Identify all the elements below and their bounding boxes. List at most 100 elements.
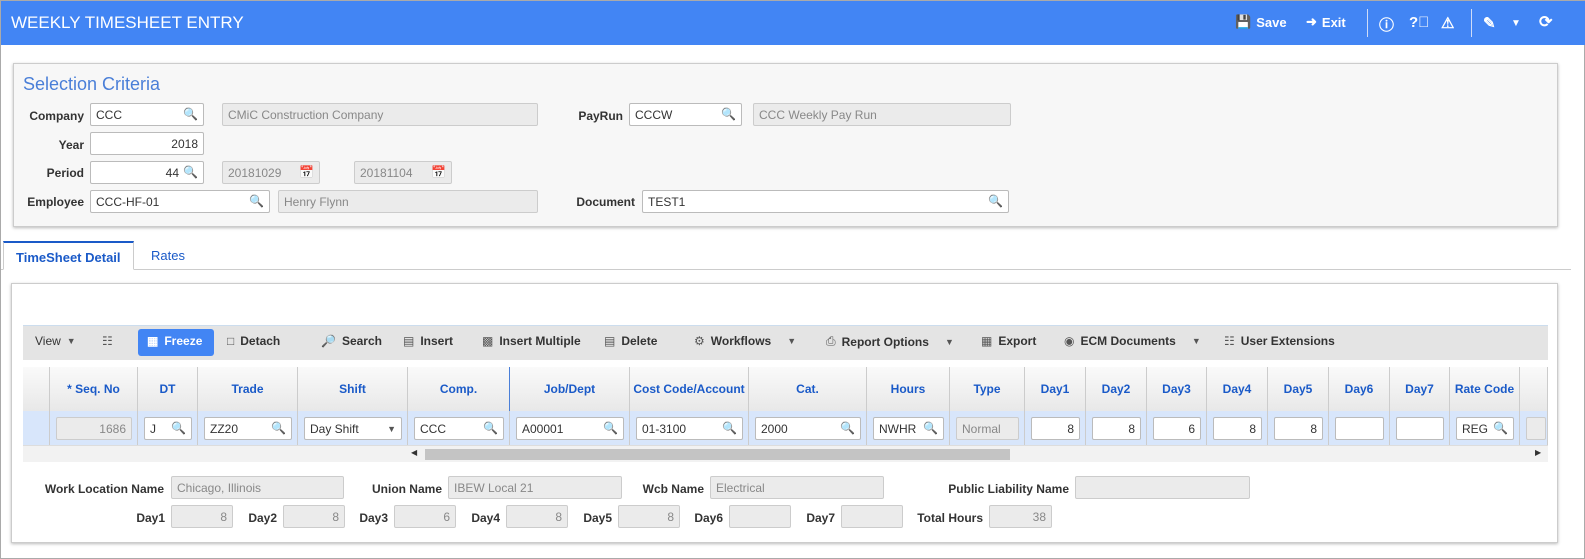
cell-input-cost-code-account[interactable]: 01-3100 🔍 <box>636 417 743 440</box>
cell-input-day4[interactable]: 8 <box>1213 417 1262 440</box>
cell-input-day6[interactable] <box>1335 417 1384 440</box>
insert-multiple-button[interactable]: ▩ Insert Multiple <box>482 334 581 348</box>
edit-icon[interactable]: ✎ <box>1483 14 1496 32</box>
detach-icon: □ <box>227 334 235 348</box>
column-header[interactable]: Day5 <box>1268 367 1329 411</box>
column-header[interactable]: DT <box>138 367 198 411</box>
day-total-label: Day1 <box>136 511 165 525</box>
search-icon[interactable]: 🔍 <box>1493 421 1508 435</box>
calendar-icon: 📅 <box>299 165 314 179</box>
chevron-down-icon[interactable]: ▼ <box>387 424 396 434</box>
column-header[interactable]: Day3 <box>1147 367 1207 411</box>
horizontal-scrollbar[interactable]: ◀ ▶ <box>23 445 1548 462</box>
day-total-label: Day2 <box>248 511 277 525</box>
workflows-button[interactable]: ⚙ Workflows ▼ <box>694 334 796 348</box>
column-header[interactable]: Shift <box>298 367 408 411</box>
cell-input-hours[interactable]: NWHR 🔍 <box>873 417 944 440</box>
search-icon[interactable]: 🔍 <box>840 421 855 435</box>
hierarchy-icon: ☷ <box>1224 334 1235 348</box>
view-menu[interactable]: View ▼ <box>35 334 76 348</box>
wcb-label: Wcb Name <box>642 482 704 496</box>
cell-input-dt[interactable]: J 🔍 <box>144 417 192 440</box>
company-input[interactable]: CCC 🔍 <box>90 103 204 126</box>
delete-icon: ▤ <box>604 334 616 348</box>
column-header[interactable]: Comp. <box>408 367 510 411</box>
ecm-documents-button[interactable]: ◉ ECM Documents ▼ <box>1064 334 1201 348</box>
payrun-name-field: CCC Weekly Pay Run <box>753 103 1011 126</box>
cell-input-day7[interactable] <box>1396 417 1444 440</box>
calendar-icon: 📅 <box>431 165 446 179</box>
detach-button[interactable]: □ Detach <box>227 334 280 348</box>
column-header[interactable]: Day6 <box>1329 367 1390 411</box>
cell-input-day1[interactable]: 8 <box>1031 417 1080 440</box>
divider <box>1471 9 1472 37</box>
save-button[interactable]: 💾 Save <box>1235 14 1287 30</box>
column-header <box>23 367 50 411</box>
work-location-field: Chicago, Illinois <box>171 476 344 499</box>
column-header[interactable]: Day1 <box>1025 367 1086 411</box>
year-label: Year <box>58 138 84 152</box>
column-header[interactable]: * Seq. No <box>50 367 138 411</box>
period-label: Period <box>46 166 84 180</box>
cell-input-day3[interactable]: 6 <box>1153 417 1201 440</box>
search-button[interactable]: 🔎 Search <box>321 334 382 348</box>
insert-multiple-icon: ▩ <box>482 334 494 348</box>
tab-divider <box>1 269 1571 270</box>
export-button[interactable]: ▦ Export <box>981 334 1036 348</box>
day-total-label: Day3 <box>359 511 388 525</box>
column-header[interactable]: Rate Code <box>1450 367 1520 411</box>
delete-button[interactable]: ▤ Delete <box>604 334 657 348</box>
cell-input-trade[interactable]: ZZ20 🔍 <box>204 417 292 440</box>
period-input[interactable]: 44 🔍 <box>90 161 204 184</box>
column-header[interactable]: Trade <box>198 367 298 411</box>
insert-button[interactable]: ▤ Insert <box>403 334 453 348</box>
export-icon: ▦ <box>981 334 993 348</box>
scrollbar-thumb[interactable] <box>425 449 1010 460</box>
chevron-down-icon[interactable]: ▼ <box>1511 18 1521 29</box>
refresh-icon[interactable]: ⟳ <box>1539 12 1552 32</box>
cell-input-day2[interactable]: 8 <box>1092 417 1141 440</box>
ecm-icon: ◉ <box>1064 334 1075 348</box>
info-icon[interactable]: ⓘ <box>1379 14 1394 35</box>
column-header[interactable]: Day7 <box>1390 367 1450 411</box>
user-extensions-button[interactable]: ☷ User Extensions <box>1224 334 1335 348</box>
help-icon[interactable]: ?⃝ <box>1409 14 1429 31</box>
cell-input-comp[interactable]: CCC 🔍 <box>414 417 504 440</box>
column-header[interactable]: Cost Code/Account <box>630 367 749 411</box>
search-icon[interactable]: 🔍 <box>923 421 938 435</box>
total-hours-field: 38 <box>989 505 1052 528</box>
document-input[interactable]: TEST1 🔍 <box>642 190 1009 213</box>
filter-icon[interactable]: ☷ <box>102 334 113 348</box>
column-header[interactable]: Job/Dept <box>510 367 630 411</box>
tab-rates[interactable]: Rates <box>139 241 197 270</box>
app-header: WEEKLY TIMESHEET ENTRY 💾 Save ➜ Exit ⓘ ?⃝ … <box>1 1 1585 45</box>
employee-input[interactable]: CCC-HF-01 🔍 <box>90 190 270 213</box>
cell-input-shift[interactable]: Day Shift ▼ <box>304 417 402 440</box>
exit-button[interactable]: ➜ Exit <box>1306 14 1346 30</box>
column-header[interactable]: Day2 <box>1086 367 1147 411</box>
year-input[interactable]: 2018 <box>90 132 204 155</box>
union-label: Union Name <box>371 482 442 496</box>
search-icon[interactable]: 🔍 <box>722 421 737 435</box>
cell-input-rate-code[interactable]: REG 🔍 <box>1456 417 1514 440</box>
warning-icon[interactable]: ⚠ <box>1441 14 1454 32</box>
cell-input-job-dept[interactable]: A00001 🔍 <box>516 417 624 440</box>
report-options-button[interactable]: ⎙ Report Options ▼ <box>826 334 954 349</box>
cell-input-cat[interactable]: 2000 🔍 <box>755 417 861 440</box>
search-icon: 🔍 <box>183 107 198 121</box>
search-icon[interactable]: 🔍 <box>171 421 186 435</box>
search-icon[interactable]: 🔍 <box>271 421 286 435</box>
payrun-input[interactable]: CCCW 🔍 <box>629 103 742 126</box>
day-total-label: Day7 <box>806 511 835 525</box>
column-header[interactable]: Hours <box>867 367 950 411</box>
column-header[interactable]: Cat. <box>749 367 867 411</box>
search-icon[interactable]: 🔍 <box>483 421 498 435</box>
cell-input-type: Normal <box>956 417 1019 440</box>
search-icon[interactable]: 🔍 <box>603 421 618 435</box>
freeze-button[interactable]: ▦ Freeze <box>147 334 202 348</box>
cell-input-day5[interactable]: 8 <box>1274 417 1323 440</box>
column-header[interactable]: Day4 <box>1207 367 1268 411</box>
work-location-label: Work Location Name <box>44 482 164 496</box>
column-header[interactable]: Type <box>950 367 1025 411</box>
tab-timesheet-detail[interactable]: TimeSheet Detail <box>3 241 134 270</box>
